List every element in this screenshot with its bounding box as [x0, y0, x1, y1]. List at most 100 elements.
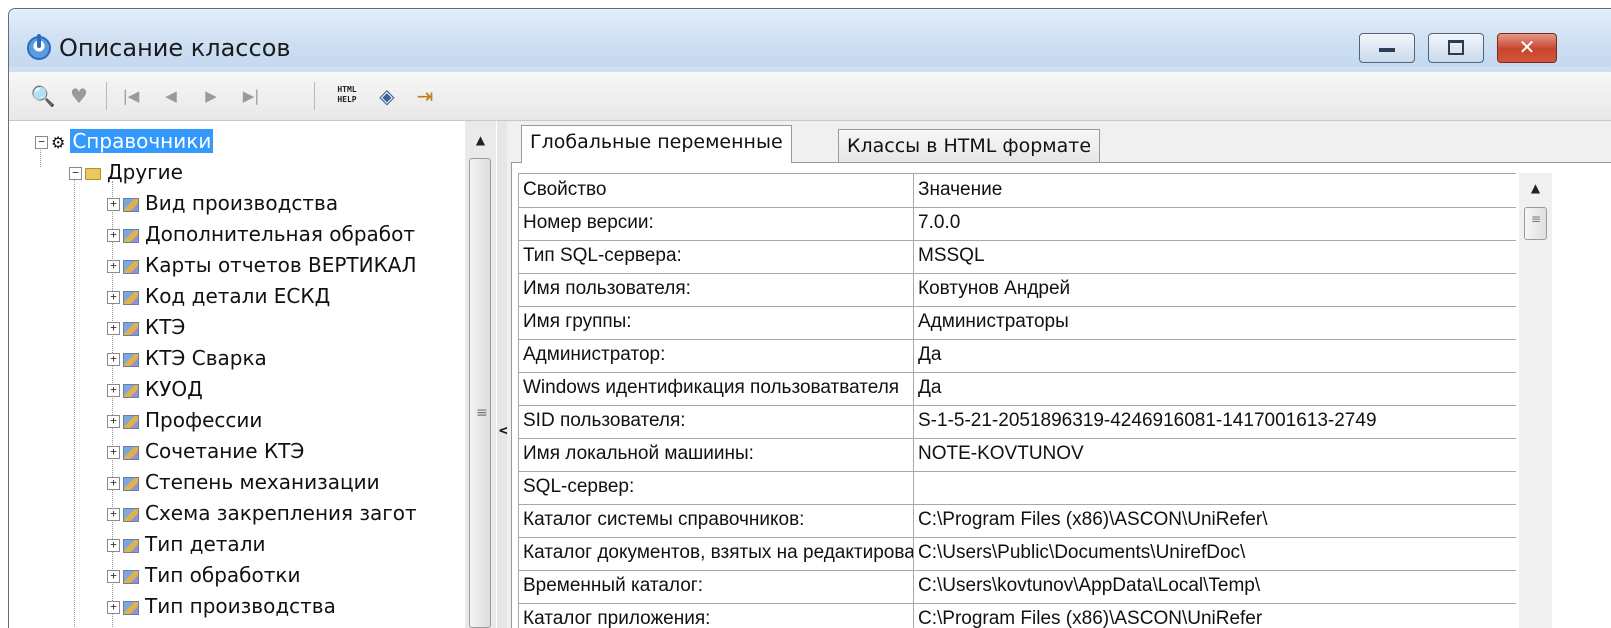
- table-row[interactable]: Администратор: Да: [518, 339, 1516, 373]
- title-bar[interactable]: Описание классов ✕: [9, 9, 1611, 67]
- tree-item-label: Тип обработки: [145, 563, 301, 587]
- app-logo-icon: [27, 34, 51, 60]
- scroll-thumb[interactable]: ≡: [1524, 207, 1547, 240]
- property-cell: Имя группы:: [518, 306, 914, 339]
- collapse-icon[interactable]: −: [69, 167, 82, 180]
- scroll-thumb[interactable]: ≡: [469, 158, 491, 628]
- table-row[interactable]: Каталог системы справочников: C:\Program …: [518, 504, 1516, 538]
- expand-icon[interactable]: +: [107, 415, 120, 428]
- value-cell: NOTE-KOVTUNOV: [918, 443, 1084, 464]
- table-row[interactable]: Имя локальной машиины: NOTE-KOVTUNOV: [518, 438, 1516, 472]
- tree-item[interactable]: + Код детали ЕСКД: [107, 282, 330, 312]
- find-icon[interactable]: 🔍: [29, 82, 57, 110]
- expand-icon[interactable]: +: [107, 601, 120, 614]
- prev-record-icon[interactable]: ◀: [157, 82, 185, 110]
- expand-icon[interactable]: +: [107, 477, 120, 490]
- tree-item-label: Код детали ЕСКД: [145, 284, 331, 308]
- expand-icon[interactable]: +: [107, 446, 120, 459]
- reference-icon: [123, 197, 139, 212]
- table-row[interactable]: Имя пользователя: Ковтунов Андрей: [518, 273, 1516, 307]
- tab-global-variables[interactable]: Глобальные переменные: [521, 125, 792, 163]
- table-row[interactable]: SID пользователя: S-1-5-21-2051896319-424…: [518, 405, 1516, 439]
- grid-vertical-scrollbar[interactable]: ▲ ≡: [1519, 173, 1552, 628]
- pane-splitter[interactable]: <: [497, 121, 510, 628]
- value-cell: C:\Users\kovtunov\AppData\Local\Temp\: [918, 575, 1261, 596]
- reference-icon: [123, 352, 139, 367]
- tree-item[interactable]: + КТЭ: [107, 313, 185, 343]
- table-row[interactable]: Каталог приложения: C:\Program Files (x86…: [518, 603, 1516, 628]
- scroll-up-icon[interactable]: ▲: [1519, 173, 1552, 203]
- toolbar: 🔍 ♥ |◀ ◀ ▶ ▶| HTML HELP ◈ ⇥: [9, 72, 1611, 121]
- filter-icon[interactable]: ♥: [65, 82, 93, 110]
- first-record-icon[interactable]: |◀: [117, 82, 145, 110]
- table-row[interactable]: Номер версии: 7.0.0: [518, 207, 1516, 241]
- html-help-icon[interactable]: HTML HELP: [332, 85, 362, 105]
- reference-icon: [123, 569, 139, 584]
- tree-item[interactable]: + Сочетание КТЭ: [107, 437, 304, 467]
- tree-item[interactable]: + Тип производства: [107, 592, 336, 622]
- tree-item[interactable]: + Схема закрепления загот: [107, 499, 417, 529]
- reference-icon: [123, 383, 139, 398]
- expand-icon[interactable]: +: [107, 291, 120, 304]
- expand-icon[interactable]: +: [107, 508, 120, 521]
- property-cell: Имя пользователя:: [518, 273, 914, 306]
- property-cell: Имя локальной машиины:: [518, 438, 914, 471]
- expand-icon[interactable]: +: [107, 353, 120, 366]
- tree-item[interactable]: + Профессии: [107, 406, 262, 436]
- tree-item[interactable]: + КТЭ Сварка: [107, 344, 267, 374]
- close-button[interactable]: ✕: [1497, 33, 1557, 63]
- tree-view[interactable]: − ⚙ Справочники − Другие + Вид производства …: [9, 121, 465, 628]
- last-record-icon[interactable]: ▶|: [237, 82, 265, 110]
- expand-icon[interactable]: +: [107, 539, 120, 552]
- layers-icon[interactable]: ◈: [373, 82, 401, 110]
- expand-icon[interactable]: +: [107, 229, 120, 242]
- tree-item[interactable]: + Карты отчетов ВЕРТИКАЛ: [107, 251, 417, 281]
- reference-icon: [123, 476, 139, 491]
- value-cell: S-1-5-21-2051896319-4246916081-141700161…: [918, 410, 1377, 431]
- tree-vertical-scrollbar[interactable]: ▲ ≡: [465, 121, 496, 628]
- tree-item-label: КУОД: [145, 377, 203, 401]
- folder-icon: [85, 167, 101, 180]
- html-help-bottom-text: HELP: [337, 95, 357, 104]
- scroll-up-icon[interactable]: ▲: [465, 125, 496, 155]
- expand-icon[interactable]: +: [107, 384, 120, 397]
- table-row[interactable]: Тип SQL-сервера: MSSQL: [518, 240, 1516, 274]
- reference-icon: [123, 600, 139, 615]
- table-row[interactable]: SQL-сервер:: [518, 471, 1516, 505]
- tree-item[interactable]: + Степень механизации: [107, 468, 380, 498]
- table-row[interactable]: Windows идентификация пользоватвателя Да: [518, 372, 1516, 406]
- tree-item[interactable]: + Вид производства: [107, 189, 338, 219]
- table-row[interactable]: Каталог документов, взятых на редактиров…: [518, 537, 1516, 571]
- next-record-icon[interactable]: ▶: [197, 82, 225, 110]
- expand-icon[interactable]: +: [107, 322, 120, 335]
- tree-item[interactable]: + Тип детали: [107, 530, 265, 560]
- value-cell: Ковтунов Андрей: [918, 278, 1071, 299]
- tree-item-label: Тип детали: [145, 532, 266, 556]
- tree-item[interactable]: + Тип обработки: [107, 561, 300, 591]
- collapse-icon[interactable]: −: [35, 136, 48, 149]
- tree-item-label: Сочетание КТЭ: [145, 439, 305, 463]
- reference-icon: [123, 259, 139, 274]
- expand-icon[interactable]: +: [107, 570, 120, 583]
- value-cell: Да: [918, 344, 942, 365]
- grip-icon: ≡: [1530, 212, 1542, 226]
- reference-icon: [123, 538, 139, 553]
- exit-icon[interactable]: ⇥: [411, 82, 439, 110]
- tree-node-root[interactable]: − ⚙ Справочники: [35, 127, 214, 157]
- maximize-button[interactable]: [1428, 33, 1484, 63]
- tree-node-group[interactable]: − Другие: [69, 158, 183, 188]
- tree-item[interactable]: + КУОД: [107, 375, 203, 405]
- column-header-value[interactable]: Значение: [914, 174, 1516, 207]
- tree-item-label: Профессии: [145, 408, 263, 432]
- expand-icon[interactable]: +: [107, 260, 120, 273]
- table-row[interactable]: Имя группы: Администраторы: [518, 306, 1516, 340]
- minimize-button[interactable]: [1359, 33, 1415, 63]
- tree-item[interactable]: + Дополнительная обработ: [107, 220, 415, 250]
- property-cell: Администратор:: [518, 339, 914, 372]
- column-header-property[interactable]: Свойство: [518, 174, 914, 207]
- table-row[interactable]: Временный каталог: C:\Users\kovtunov\AppD…: [518, 570, 1516, 604]
- expand-icon[interactable]: +: [107, 198, 120, 211]
- tab-panel: Свойство Значение Номер версии: 7.0.0 Тип…: [511, 162, 1611, 628]
- tree-item-label: Тип производства: [145, 594, 336, 618]
- tab-classes-html[interactable]: Классы в HTML формате: [838, 129, 1101, 163]
